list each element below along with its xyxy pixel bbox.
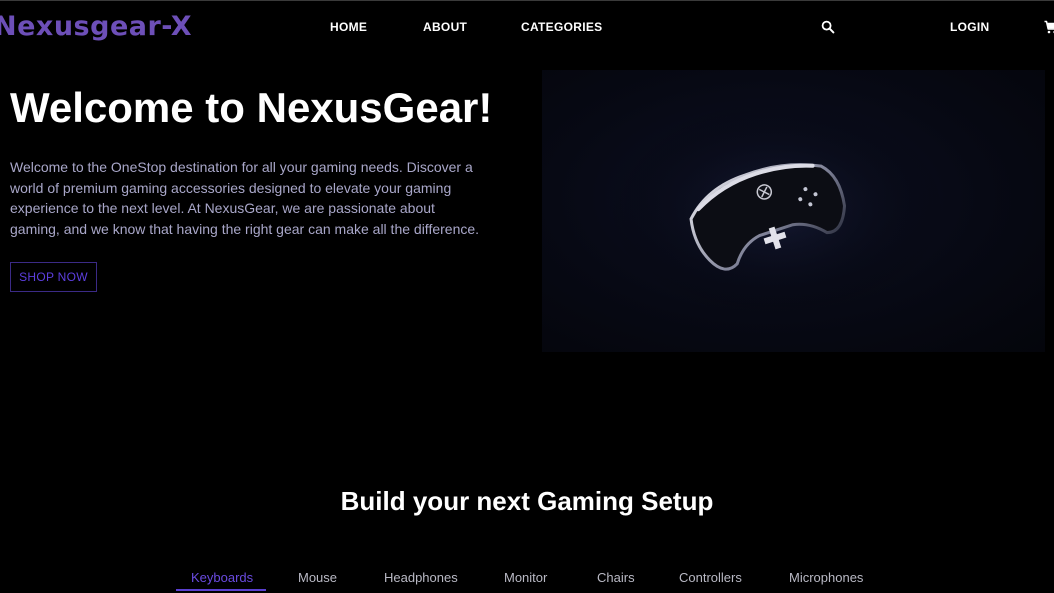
setup-section-title: Build your next Gaming Setup — [340, 486, 714, 516]
search-icon[interactable] — [821, 20, 835, 34]
active-tab-indicator — [176, 589, 266, 591]
tab-headphones[interactable]: Headphones — [384, 570, 458, 585]
tab-mouse[interactable]: Mouse — [298, 570, 337, 585]
tab-microphones[interactable]: Microphones — [789, 570, 863, 585]
brand-logo[interactable]: Nexusgear-X — [0, 11, 192, 42]
cart-icon[interactable] — [1044, 20, 1054, 34]
category-tabs: Keyboards Mouse Headphones Monitor Chair… — [0, 565, 1054, 593]
login-link[interactable]: LOGIN — [950, 20, 990, 34]
tab-keyboards[interactable]: Keyboards — [191, 570, 253, 585]
nav-link-about[interactable]: ABOUT — [423, 20, 467, 34]
tab-controllers[interactable]: Controllers — [679, 570, 742, 585]
navbar: Nexusgear-X HOME ABOUT CATEGORIES LOGIN — [0, 1, 1054, 53]
hero-title: Welcome to NexusGear! — [10, 84, 493, 131]
game-controller-illustration — [607, 100, 947, 320]
hero-description: Welcome to the OneStop destination for a… — [10, 159, 480, 237]
nav-link-home[interactable]: HOME — [330, 20, 367, 34]
hero-controller-image — [542, 70, 1045, 352]
shop-now-button[interactable]: SHOP NOW — [10, 262, 97, 292]
tab-chairs[interactable]: Chairs — [597, 570, 635, 585]
nav-link-categories[interactable]: CATEGORIES — [521, 20, 602, 34]
tab-monitor[interactable]: Monitor — [504, 570, 547, 585]
